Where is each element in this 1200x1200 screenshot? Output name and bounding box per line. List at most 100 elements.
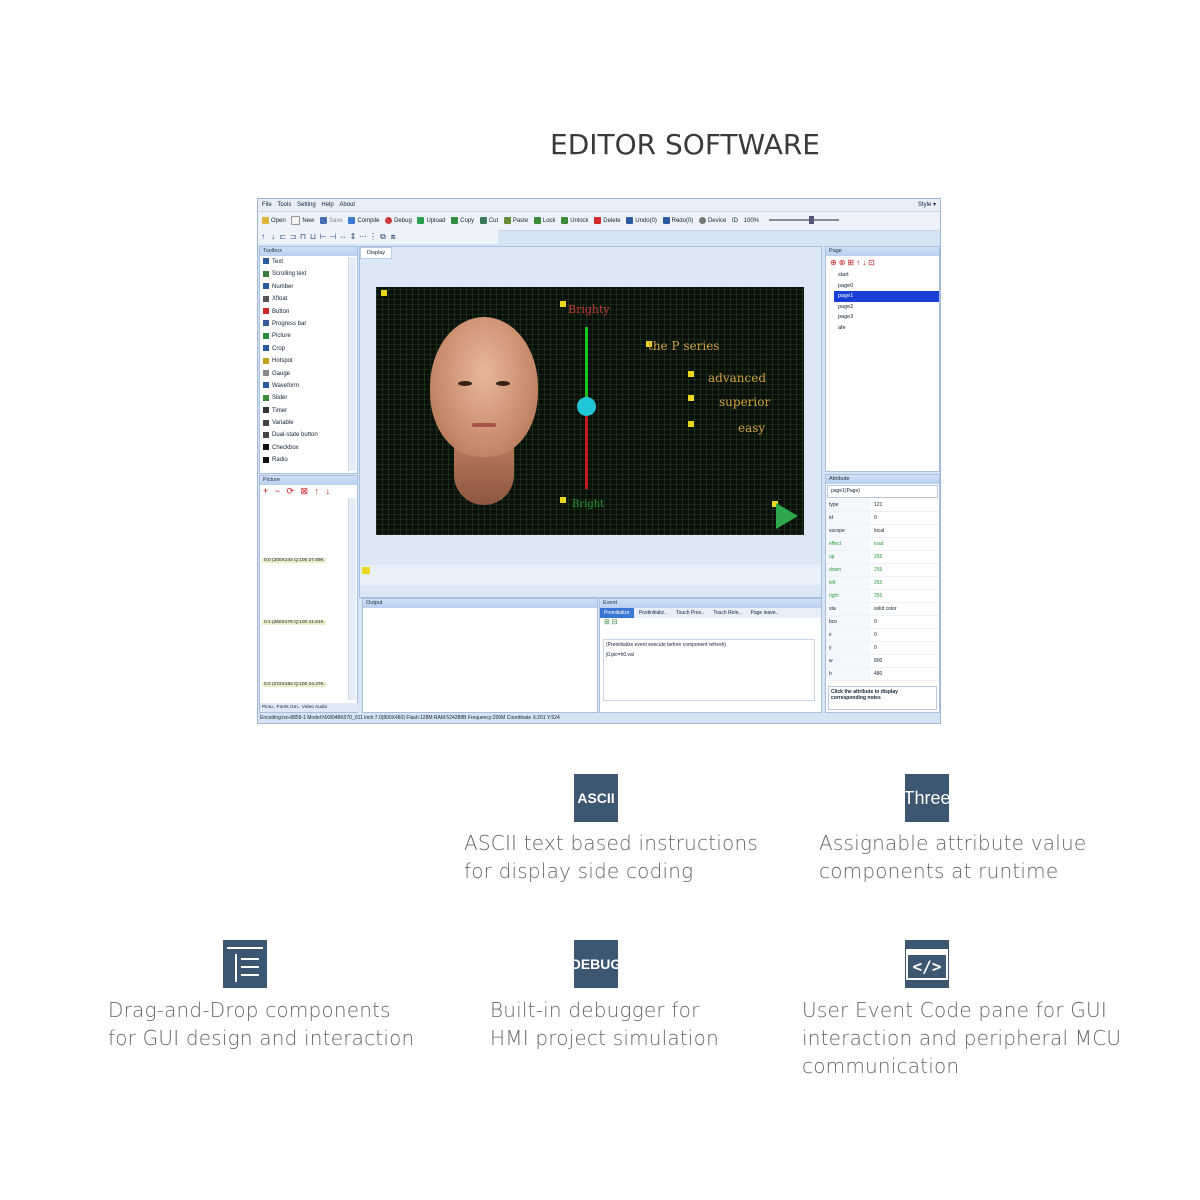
tab-page-leave[interactable]: Page leave..	[747, 608, 783, 618]
toolbox-item[interactable]: Variable	[260, 417, 357, 429]
attribute-row[interactable]: vscope local	[826, 525, 939, 538]
toolbox-item[interactable]: Checkbox	[260, 442, 357, 454]
component-marker[interactable]	[381, 290, 387, 296]
attribute-value[interactable]: 0	[871, 512, 939, 524]
slider-bottom-label[interactable]: Bright	[572, 499, 604, 510]
play-arrow-icon[interactable]	[776, 503, 798, 529]
picture-scrollbar[interactable]	[348, 498, 356, 700]
toolbox-item[interactable]: Gauge	[260, 368, 357, 380]
tab-touch-release[interactable]: Touch Rele..	[709, 608, 745, 618]
send-back-icon[interactable]: ⧈	[388, 230, 398, 244]
attribute-row[interactable]: id 0	[826, 512, 939, 525]
page-tools[interactable]: ⊕⊗⊞↑↓⊡	[826, 256, 939, 270]
align-left-icon[interactable]: ⊏	[278, 230, 288, 244]
menu-file[interactable]: File	[262, 202, 272, 208]
unlock-button[interactable]: Unlock	[561, 212, 589, 230]
attribute-row[interactable]: type 121	[826, 499, 939, 512]
resource-tabs[interactable]: Pictu.. Fonts Gm.. Video Audio	[260, 703, 359, 712]
attribute-value[interactable]: 121	[871, 499, 939, 511]
zoom-slider[interactable]	[768, 216, 839, 225]
redo-button[interactable]: Redo(0)	[662, 212, 693, 230]
open-button[interactable]: Open	[262, 212, 286, 230]
upload-button[interactable]: Upload	[417, 212, 445, 230]
toolbox-item[interactable]: Slider	[260, 392, 357, 404]
toolbox-item[interactable]: Text	[260, 256, 357, 268]
toolbox-item[interactable]: Scrolling text	[260, 268, 357, 280]
toolbox-item[interactable]: Xfloat	[260, 293, 357, 305]
menu-about[interactable]: About	[339, 202, 355, 208]
center-v-icon[interactable]: ⊣	[328, 230, 338, 244]
event-tools[interactable]: ⊞ ⊟	[600, 618, 821, 628]
attribute-value[interactable]: 480	[871, 668, 939, 680]
attribute-row[interactable]: h 480	[826, 668, 939, 681]
toolbox-scrollbar[interactable]	[348, 257, 356, 471]
lock-button[interactable]: Lock	[533, 212, 556, 230]
attribute-value[interactable]: 800	[871, 655, 939, 667]
align-down-icon[interactable]: ↓	[268, 230, 278, 244]
bring-front-icon[interactable]: ⧉	[378, 230, 388, 244]
advanced-text[interactable]: advanced	[708, 371, 766, 385]
attribute-value[interactable]: 0	[871, 616, 939, 628]
attribute-row[interactable]: up 255	[826, 551, 939, 564]
toolbox-item[interactable]: Radio	[260, 454, 357, 466]
event-code-editor[interactable]: (Preinitialize event execute before comp…	[603, 639, 815, 701]
page-item[interactable]: page0	[826, 281, 939, 292]
delete-button[interactable]: Delete	[594, 212, 621, 230]
toolbox-item[interactable]: Timer	[260, 405, 357, 417]
attribute-row[interactable]: y0	[826, 642, 939, 655]
hmi-screen[interactable]: Brighty the P series advanced superior e…	[376, 287, 804, 535]
series-text[interactable]: the P series	[648, 339, 719, 353]
toolbox-item[interactable]: Button	[260, 306, 357, 318]
picture-tools[interactable]: + − ⟳ ⊠ ↑ ↓	[260, 485, 357, 497]
picture-item[interactable]: 0:2 (272X192 Q:100 24.47K	[262, 682, 326, 687]
copy-button[interactable]: Copy	[451, 212, 474, 230]
save-button[interactable]: Save	[320, 212, 343, 230]
attribute-row[interactable]: w 800	[826, 655, 939, 668]
paste-button[interactable]: Paste	[503, 212, 528, 230]
menu-tools[interactable]: Tools	[277, 202, 291, 208]
attribute-row[interactable]: effect load	[826, 538, 939, 551]
attribute-row[interactable]: left 255	[826, 577, 939, 590]
page-item[interactable]: page2	[826, 302, 939, 313]
component-marker[interactable]	[688, 421, 694, 427]
align-up-icon[interactable]: ↑	[258, 230, 268, 244]
space-v-icon[interactable]: ⋮	[368, 230, 378, 244]
attribute-value[interactable]: load	[871, 538, 939, 550]
toolbox-item[interactable]: Crop	[260, 343, 357, 355]
component-marker[interactable]	[688, 371, 694, 377]
toolbox-item[interactable]: Picture	[260, 330, 357, 342]
align-bottom-icon[interactable]: ⊔	[308, 230, 318, 244]
toolbox-item[interactable]: Waveform	[260, 380, 357, 392]
page-item[interactable]: start	[826, 270, 939, 281]
tab-touch-press[interactable]: Touch Pres..	[672, 608, 708, 618]
attribute-value[interactable]: 0	[871, 642, 939, 654]
attribute-value[interactable]: solid color	[871, 603, 939, 615]
undo-button[interactable]: Undo(0)	[626, 212, 657, 230]
attribute-row[interactable]: sta solid color	[826, 603, 939, 616]
component-marker[interactable]	[688, 395, 694, 401]
align-top-icon[interactable]: ⊓	[298, 230, 308, 244]
slider-top-label[interactable]: Brighty	[568, 303, 610, 316]
attribute-row[interactable]: down 255	[826, 564, 939, 577]
toolbox-item[interactable]: Number	[260, 281, 357, 293]
superior-text[interactable]: superior	[719, 395, 770, 409]
picture-item[interactable]: 0:0 (200X144 Q:100 27.69K	[262, 558, 326, 563]
toolbox-item[interactable]: Hotspot	[260, 355, 357, 367]
space-h-icon[interactable]: ⋯	[358, 230, 368, 244]
align-right-icon[interactable]: ⊐	[288, 230, 298, 244]
attribute-value[interactable]: 255	[871, 564, 939, 576]
attribute-value[interactable]: 0	[871, 629, 939, 641]
toolbox-item[interactable]: Dual-state button	[260, 429, 357, 441]
new-button[interactable]: New	[291, 212, 314, 230]
attribute-row[interactable]: x0	[826, 629, 939, 642]
component-marker[interactable]	[560, 301, 566, 307]
same-width-icon[interactable]: ⇔	[338, 230, 348, 244]
page-item[interactable]: page3	[826, 312, 939, 323]
same-height-icon[interactable]: ⇕	[348, 230, 358, 244]
attribute-value[interactable]: 255	[871, 551, 939, 563]
compile-button[interactable]: Compile	[348, 212, 379, 230]
attribute-select[interactable]: page1(Page)	[827, 485, 938, 498]
easy-text[interactable]: easy	[738, 421, 765, 435]
menu-setting[interactable]: Setting	[297, 202, 316, 208]
attribute-row[interactable]: right 255	[826, 590, 939, 603]
